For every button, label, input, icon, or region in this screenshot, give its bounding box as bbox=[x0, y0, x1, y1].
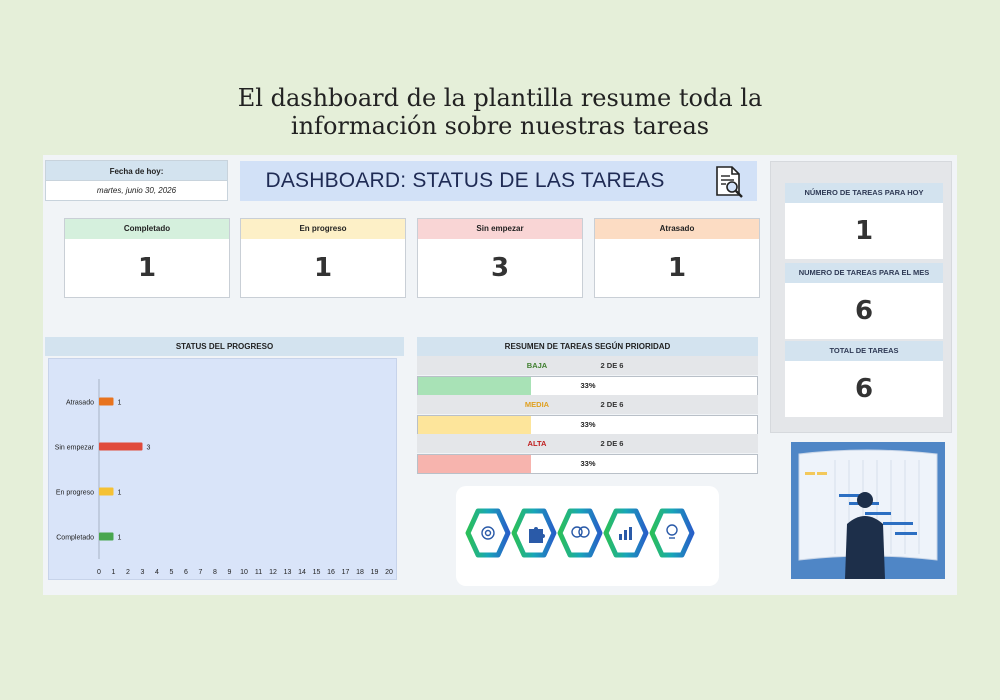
priority-bar-fill bbox=[418, 377, 531, 395]
status-card-en-progreso: En progreso 1 bbox=[240, 218, 406, 298]
priority-row-baja: BAJA 2 DE 6 bbox=[417, 356, 758, 375]
chart-tick-label: 19 bbox=[371, 569, 379, 576]
chart-tick-label: 3 bbox=[141, 569, 145, 576]
chart-tick-label: 16 bbox=[327, 569, 335, 576]
chart-category-label: Completado bbox=[56, 535, 94, 542]
puzzle-icon bbox=[529, 527, 545, 543]
status-card-atrasado: Atrasado 1 bbox=[594, 218, 760, 298]
chart-bar[interactable] bbox=[99, 487, 114, 496]
target-icon bbox=[481, 526, 495, 540]
chart-tick-label: 18 bbox=[356, 569, 364, 576]
priority-percent: 33% bbox=[580, 420, 596, 429]
priority-count: 2 DE 6 bbox=[600, 400, 624, 409]
chart-data-label: 1 bbox=[118, 490, 122, 497]
chart-category-label: En progreso bbox=[56, 490, 94, 497]
tasks-total-value: 6 bbox=[785, 361, 943, 417]
chart-tick-label: 7 bbox=[199, 569, 203, 576]
chart-tick-label: 11 bbox=[255, 569, 262, 576]
chart-bar[interactable] bbox=[99, 532, 114, 541]
progress-chart[interactable]: Atrasado 1 Sin empezar 3 En progreso 1 Complet… bbox=[48, 358, 397, 580]
priority-bar-baja: 33% bbox=[417, 376, 758, 396]
document-search-icon bbox=[716, 166, 743, 198]
lightbulb-icon bbox=[666, 524, 678, 539]
priority-bar-alta: 33% bbox=[417, 454, 758, 474]
hexagon-infographic bbox=[456, 486, 719, 586]
priority-bar-fill bbox=[418, 455, 531, 473]
tasks-today-value: 1 bbox=[785, 203, 943, 259]
status-card-value: 1 bbox=[137, 253, 157, 283]
chart-tick-label: 12 bbox=[269, 569, 277, 576]
caption-line-2: información sobre nuestras tareas bbox=[290, 112, 710, 140]
date-value[interactable]: martes, junio 30, 2026 bbox=[45, 181, 228, 201]
caption-line-1: El dashboard de la plantilla resume toda… bbox=[237, 84, 763, 112]
status-card-label: Atrasado bbox=[595, 219, 759, 239]
chart-tick-label: 1 bbox=[112, 569, 116, 576]
priority-bar-media: 33% bbox=[417, 415, 758, 435]
progress-chart-header: STATUS DEL PROGRESO bbox=[45, 337, 404, 356]
chart-tick-label: 20 bbox=[385, 569, 393, 576]
chart-tick-label: 9 bbox=[228, 569, 232, 576]
hexagon-chain bbox=[465, 508, 695, 558]
chart-tick-label: 15 bbox=[313, 569, 321, 576]
chart-data-label: 1 bbox=[118, 400, 122, 407]
priority-name: ALTA bbox=[527, 439, 547, 448]
status-card-sin-empezar: Sin empezar 3 bbox=[417, 218, 583, 298]
priority-name: BAJA bbox=[526, 361, 548, 370]
dashboard-title-box: DASHBOARD: STATUS DE LAS TAREAS bbox=[240, 161, 757, 201]
chart-tick-label: 2 bbox=[126, 569, 130, 576]
tasks-month-label: NUMERO DE TAREAS PARA EL MES bbox=[785, 263, 943, 283]
chart-data-label: 3 bbox=[147, 445, 151, 452]
status-card-value: 1 bbox=[667, 253, 687, 283]
progress-chart-svg: Atrasado 1 Sin empezar 3 En progreso 1 Complet… bbox=[55, 379, 393, 576]
status-card-label: Completado bbox=[65, 219, 229, 239]
chart-bar[interactable] bbox=[99, 442, 143, 451]
chart-bar[interactable] bbox=[99, 397, 114, 406]
priority-name: MEDIA bbox=[524, 400, 550, 409]
priority-count: 2 DE 6 bbox=[600, 439, 624, 448]
chart-tick-label: 10 bbox=[240, 569, 248, 576]
date-label: Fecha de hoy: bbox=[45, 160, 228, 181]
chart-tick-label: 8 bbox=[213, 569, 217, 576]
chart-tick-label: 0 bbox=[97, 569, 101, 576]
chart-tick-label: 17 bbox=[342, 569, 350, 576]
dashboard-title: DASHBOARD: STATUS DE LAS TAREAS bbox=[265, 169, 665, 192]
chart-category-label: Sin empezar bbox=[55, 445, 95, 452]
priority-header: RESUMEN DE TAREAS SEGÚN PRIORIDAD bbox=[417, 337, 758, 356]
status-card-completado: Completado 1 bbox=[64, 218, 230, 298]
chart-icon bbox=[619, 527, 632, 540]
priority-percent: 33% bbox=[580, 381, 596, 390]
status-card-value: 3 bbox=[490, 253, 510, 283]
brain-icon bbox=[571, 526, 590, 538]
chart-tick-label: 13 bbox=[284, 569, 292, 576]
status-card-label: En progreso bbox=[241, 219, 405, 239]
status-card-value: 1 bbox=[313, 253, 333, 283]
priority-percent: 33% bbox=[580, 459, 596, 468]
chart-data-label: 1 bbox=[118, 535, 122, 542]
chart-tick-label: 4 bbox=[155, 569, 159, 576]
tasks-month-value: 6 bbox=[785, 283, 943, 339]
dashboard-sheet: Fecha de hoy: martes, junio 30, 2026 DAS… bbox=[43, 155, 957, 595]
summary-panel: NÚMERO DE TAREAS PARA HOY 1 NUMERO DE TA… bbox=[770, 161, 952, 433]
priority-row-alta: ALTA 2 DE 6 bbox=[417, 434, 758, 453]
page-caption: El dashboard de la plantilla resume toda… bbox=[0, 84, 1000, 140]
tasks-today-label: NÚMERO DE TAREAS PARA HOY bbox=[785, 183, 943, 203]
status-card-label: Sin empezar bbox=[418, 219, 582, 239]
chart-tick-label: 14 bbox=[298, 569, 306, 576]
chart-tick-label: 5 bbox=[170, 569, 174, 576]
gantt-presentation-image bbox=[791, 442, 945, 579]
tasks-total-label: TOTAL DE TAREAS bbox=[785, 341, 943, 361]
chart-tick-label: 6 bbox=[184, 569, 188, 576]
chart-category-label: Atrasado bbox=[66, 400, 94, 407]
priority-row-media: MEDIA 2 DE 6 bbox=[417, 395, 758, 414]
gantt-illustration bbox=[791, 442, 945, 579]
priority-count: 2 DE 6 bbox=[600, 361, 624, 370]
priority-bar-fill bbox=[418, 416, 531, 434]
